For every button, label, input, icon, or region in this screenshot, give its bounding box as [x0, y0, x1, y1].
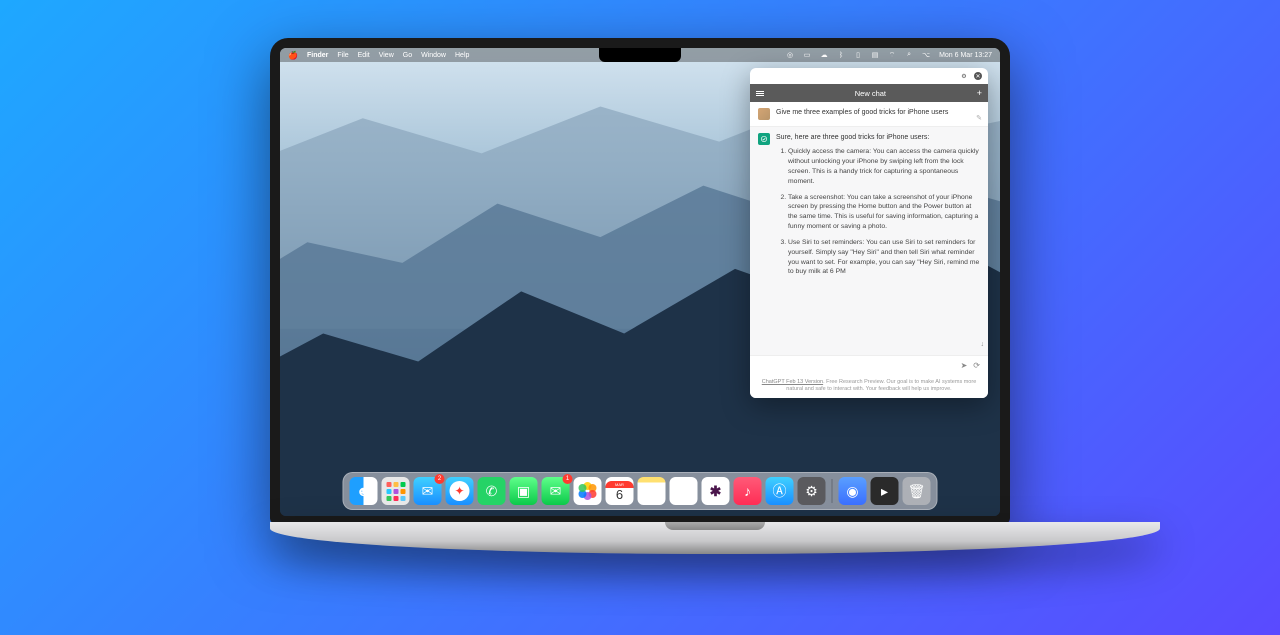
user-message-text: Give me three examples of good tricks fo… [776, 108, 948, 120]
desktop-screen: 🍎 Finder File Edit View Go Window Help ◎… [280, 48, 1000, 516]
hamburger-icon[interactable] [756, 91, 764, 96]
regenerate-icon[interactable]: ⟳ [973, 361, 980, 370]
list-item: Take a screenshot: You can take a screen… [788, 193, 980, 232]
ai-list: Quickly access the camera: You can acces… [776, 147, 980, 277]
dock-facetime[interactable]: ▣ [510, 477, 538, 505]
chat-window: ⚙ ✕ New chat + Give me three examples of… [750, 68, 988, 398]
menu-go[interactable]: Go [403, 52, 412, 59]
ai-message-text: Sure, here are three good tricks for iPh… [776, 133, 980, 349]
dock-music[interactable]: ♪ [734, 477, 762, 505]
status-icon[interactable]: ▯ [854, 51, 862, 59]
laptop-frame: 🍎 Finder File Edit View Go Window Help ◎… [270, 38, 1010, 554]
apple-menu-icon[interactable]: 🍎 [288, 51, 298, 60]
dock-app[interactable]: ◉ [839, 477, 867, 505]
chat-footer: ChatGPT Feb 13 Version. Free Research Pr… [750, 376, 988, 398]
dock-finder[interactable]: ☻ [350, 477, 378, 505]
chat-title: New chat [764, 89, 977, 98]
menu-window[interactable]: Window [421, 52, 446, 59]
app-menu[interactable]: Finder [307, 52, 328, 59]
messages-badge: 1 [563, 474, 573, 484]
edit-icon[interactable]: ✎ [976, 114, 982, 122]
status-icon[interactable]: ◎ [786, 51, 794, 59]
list-item: Use Siri to set reminders: You can use S… [788, 238, 980, 277]
dock-messages[interactable]: ✉1 [542, 477, 570, 505]
laptop-base [270, 522, 1160, 554]
ai-avatar [758, 133, 770, 145]
notch [599, 48, 681, 62]
dock-appstore[interactable]: Ⓐ [766, 477, 794, 505]
dock-separator [832, 479, 833, 503]
control-center-icon[interactable]: ⌥ [922, 51, 930, 59]
chat-input-area: ➤ ⟳ [750, 355, 988, 376]
dock-settings[interactable]: ⚙ [798, 477, 826, 505]
dock-slack[interactable]: ✱ [702, 477, 730, 505]
dock-calendar[interactable]: MAR6 [606, 477, 634, 505]
menu-view[interactable]: View [379, 52, 394, 59]
menu-edit[interactable]: Edit [358, 52, 370, 59]
list-item: Quickly access the camera: You can acces… [788, 147, 980, 186]
screen-bezel: 🍎 Finder File Edit View Go Window Help ◎… [270, 38, 1010, 524]
dock: ☻ ✉2 ✦ ✆ ▣ ✉1 MAR6 ✎ ✱ ♪ Ⓐ ⚙ ◉ ▸ [343, 472, 938, 510]
dock-app[interactable]: ▸ [871, 477, 899, 505]
dock-notes[interactable] [638, 477, 666, 505]
mail-badge: 2 [435, 474, 445, 484]
chat-input[interactable] [758, 360, 955, 372]
version-link[interactable]: ChatGPT Feb 13 Version [762, 379, 823, 385]
status-icon[interactable]: ▤ [871, 51, 879, 59]
menu-file[interactable]: File [337, 52, 348, 59]
gear-icon[interactable]: ⚙ [960, 72, 968, 80]
menubar-datetime[interactable]: Mon 6 Mar 13:27 [939, 52, 992, 59]
user-avatar [758, 108, 770, 120]
dock-freeform[interactable]: ✎ [670, 477, 698, 505]
menu-help[interactable]: Help [455, 52, 469, 59]
search-icon[interactable]: ⌕ [905, 51, 913, 59]
dock-photos[interactable] [574, 477, 602, 505]
status-icon[interactable]: ▭ [803, 51, 811, 59]
chat-header: New chat + [750, 84, 988, 102]
user-message: Give me three examples of good tricks fo… [750, 102, 988, 127]
send-icon[interactable]: ➤ [961, 361, 968, 370]
chat-body: Give me three examples of good tricks fo… [750, 102, 988, 355]
status-icon[interactable]: ☁ [820, 51, 828, 59]
dock-mail[interactable]: ✉2 [414, 477, 442, 505]
window-titlebar[interactable]: ⚙ ✕ [750, 68, 988, 84]
trackpad-notch [665, 522, 765, 530]
dock-trash[interactable]: 🗑 [903, 477, 931, 505]
dock-launchpad[interactable] [382, 477, 410, 505]
dock-whatsapp[interactable]: ✆ [478, 477, 506, 505]
ai-message: Sure, here are three good tricks for iPh… [750, 127, 988, 355]
scroll-down-icon[interactable]: ↓ [981, 341, 985, 348]
close-icon[interactable]: ✕ [974, 72, 982, 80]
dock-safari[interactable]: ✦ [446, 477, 474, 505]
new-chat-icon[interactable]: + [977, 88, 982, 98]
ai-intro: Sure, here are three good tricks for iPh… [776, 133, 980, 143]
bluetooth-icon[interactable]: ᛒ [837, 51, 845, 59]
wifi-icon[interactable]: ⌔ [888, 51, 896, 59]
